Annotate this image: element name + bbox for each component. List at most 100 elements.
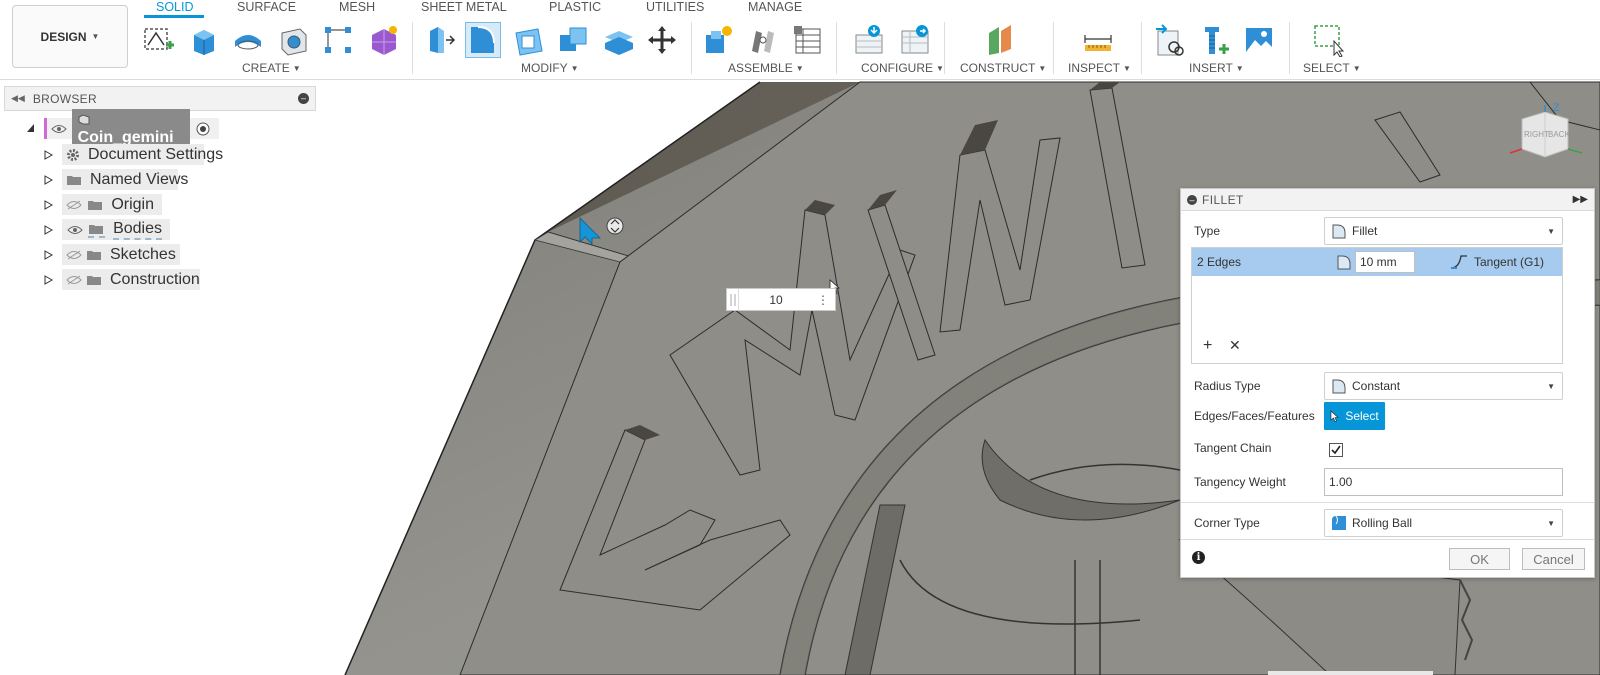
revolve-icon[interactable] xyxy=(230,22,266,58)
create-form-icon[interactable] xyxy=(365,22,401,58)
tab-sheet-metal[interactable]: SHEET METAL xyxy=(421,0,507,14)
tree-item-named-views[interactable]: Named Views xyxy=(62,169,188,190)
chevron-down-icon: ▼ xyxy=(91,32,100,41)
workspace-switcher-button[interactable]: DESIGN ▼ xyxy=(12,5,128,68)
tree-item-sketches[interactable]: Sketches xyxy=(62,244,180,265)
selection-set-list[interactable]: 2 Edges Tangent (G1) + ✕ xyxy=(1191,247,1563,364)
group-construct-dropdown[interactable]: CONSTRUCT ▼ xyxy=(960,61,1046,75)
configure-rules-icon[interactable] xyxy=(897,22,933,58)
bill-of-materials-icon[interactable] xyxy=(790,22,826,58)
tab-surface[interactable]: SURFACE xyxy=(237,0,296,14)
group-configure-dropdown[interactable]: CONFIGURE ▼ xyxy=(861,61,944,75)
corner-type-dropdown[interactable]: Rolling Ball ▼ xyxy=(1324,509,1563,537)
offset-face-icon[interactable] xyxy=(600,22,636,58)
dialog-divider xyxy=(1181,502,1594,503)
expand-dialog-icon[interactable]: ▶▶ xyxy=(1573,194,1588,205)
expand-toggle-icon[interactable] xyxy=(44,275,53,285)
tree-item-bodies[interactable]: Bodies xyxy=(62,219,170,240)
view-cube[interactable]: Z RIGHT BACK xyxy=(1500,97,1600,172)
tree-item-construction[interactable]: Construction xyxy=(62,269,200,290)
joint-icon[interactable] xyxy=(745,22,781,58)
group-select-dropdown[interactable]: SELECT ▼ xyxy=(1303,61,1361,75)
window-select-icon[interactable] xyxy=(1311,22,1347,58)
radius-type-dropdown[interactable]: Constant ▼ xyxy=(1324,372,1563,400)
type-dropdown[interactable]: Fillet ▼ xyxy=(1324,217,1563,245)
extrude-icon[interactable] xyxy=(185,22,221,58)
expand-toggle-icon[interactable] xyxy=(44,150,53,160)
group-inspect-dropdown[interactable]: INSPECT ▼ xyxy=(1068,61,1131,75)
tree-item-label: Construction xyxy=(110,270,200,288)
tree-item-label: Bodies xyxy=(113,220,162,240)
select-edges-button[interactable]: Select xyxy=(1324,402,1385,430)
eye-icon[interactable] xyxy=(66,222,84,238)
browser-tree: Coin_gemini Document Settings Named View… xyxy=(4,108,316,290)
component-label[interactable]: Coin_gemini xyxy=(71,108,191,149)
pattern-icon[interactable] xyxy=(320,22,356,58)
component-name: Coin_gemini xyxy=(77,128,174,146)
tab-solid[interactable]: SOLID xyxy=(156,0,194,14)
ribbon-divider xyxy=(1141,22,1142,74)
tab-manage[interactable]: MANAGE xyxy=(748,0,802,14)
collapse-panel-icon[interactable]: ◀◀ xyxy=(11,93,25,104)
expand-toggle-icon[interactable] xyxy=(44,175,53,185)
tab-utilities[interactable]: UTILITIES xyxy=(646,0,704,14)
component-icon xyxy=(78,113,90,124)
eye-icon[interactable] xyxy=(51,121,68,137)
chevron-down-icon: ▼ xyxy=(1547,226,1555,236)
tree-item-origin[interactable]: Origin xyxy=(62,194,162,215)
move-copy-icon[interactable] xyxy=(644,22,680,58)
tangent-chain-checkbox[interactable] xyxy=(1329,443,1343,457)
new-component-icon[interactable] xyxy=(700,22,736,58)
group-create-dropdown[interactable]: CREATE ▼ xyxy=(242,61,301,75)
info-icon[interactable]: i xyxy=(1192,551,1205,564)
hole-icon[interactable] xyxy=(275,22,311,58)
insert-derive-icon[interactable] xyxy=(1151,22,1187,58)
minimize-icon[interactable]: – xyxy=(1187,194,1197,205)
shell-icon[interactable] xyxy=(510,22,546,58)
selection-set-row[interactable]: 2 Edges Tangent (G1) xyxy=(1192,248,1562,276)
insert-mcmaster-icon[interactable] xyxy=(1196,22,1232,58)
eye-hidden-icon[interactable] xyxy=(66,247,82,263)
radius-manipulator-value[interactable] xyxy=(739,290,813,309)
tangency-weight-input[interactable] xyxy=(1324,468,1563,496)
offset-plane-icon[interactable] xyxy=(982,22,1018,58)
tab-mesh[interactable]: MESH xyxy=(339,0,375,14)
tangent-continuity-icon[interactable] xyxy=(1449,253,1469,271)
eye-hidden-icon[interactable] xyxy=(66,272,82,288)
create-sketch-icon[interactable] xyxy=(141,22,177,58)
tree-item-label: Document Settings xyxy=(88,145,224,163)
remove-selection-set-icon[interactable]: ✕ xyxy=(1229,337,1241,354)
press-pull-icon[interactable] xyxy=(421,22,457,58)
add-selection-set-icon[interactable]: + xyxy=(1203,337,1212,355)
tree-root-item[interactable]: Coin_gemini xyxy=(44,108,219,149)
minimize-icon[interactable]: – xyxy=(298,93,309,104)
configure-table-icon[interactable] xyxy=(851,22,887,58)
group-insert-dropdown[interactable]: INSERT ▼ xyxy=(1189,61,1244,75)
measure-icon[interactable] xyxy=(1080,22,1116,58)
type-label: Type xyxy=(1194,224,1221,238)
group-modify-dropdown[interactable]: MODIFY ▼ xyxy=(521,61,579,75)
radius-manipulator-input[interactable]: ⋮ xyxy=(726,288,836,311)
more-options-icon[interactable]: ⋮ xyxy=(813,294,833,306)
group-assemble-dropdown[interactable]: ASSEMBLE ▼ xyxy=(728,61,804,75)
continuity-value[interactable]: Tangent (G1) xyxy=(1474,255,1544,269)
ribbon-divider xyxy=(691,22,692,74)
expand-toggle-icon[interactable] xyxy=(26,123,35,133)
expand-toggle-icon[interactable] xyxy=(44,225,53,235)
fillet-icon[interactable] xyxy=(465,22,501,58)
combine-icon[interactable] xyxy=(555,22,591,58)
expand-toggle-icon[interactable] xyxy=(44,200,53,210)
eye-hidden-icon[interactable] xyxy=(66,197,83,213)
radius-input[interactable] xyxy=(1355,251,1415,273)
drag-grip-icon[interactable] xyxy=(727,289,739,310)
expand-toggle-icon[interactable] xyxy=(44,250,53,260)
cursor-icon xyxy=(1331,410,1340,422)
ribbon-divider xyxy=(412,22,413,74)
tab-plastic[interactable]: PLASTIC xyxy=(549,0,601,14)
bottom-status-strip xyxy=(1268,671,1433,675)
cancel-button[interactable]: Cancel xyxy=(1522,548,1585,570)
activate-radio-icon[interactable] xyxy=(194,121,211,137)
ok-button[interactable]: OK xyxy=(1449,548,1510,570)
insert-canvas-icon[interactable] xyxy=(1241,22,1277,58)
tree-item-document-settings[interactable]: Document Settings xyxy=(62,144,223,165)
